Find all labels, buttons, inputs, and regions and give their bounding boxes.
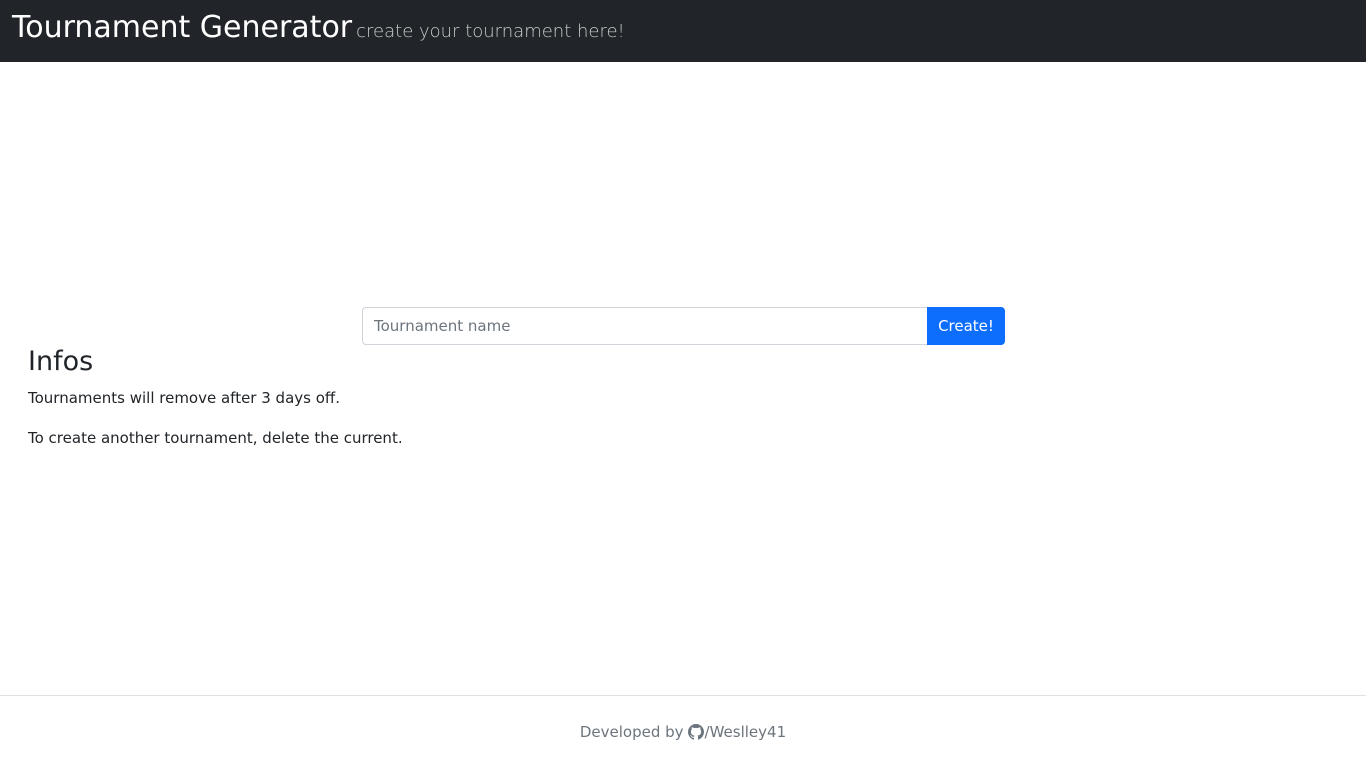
github-icon — [687, 724, 704, 740]
info-text-create-another: To create another tournament, delete the… — [28, 429, 403, 447]
app-tagline: create your tournament here! — [356, 21, 625, 42]
developed-by-label: Developed by — [579, 723, 684, 741]
info-text-removal: Tournaments will remove after 3 days off… — [28, 389, 340, 407]
navbar: Tournament Generator create your tournam… — [0, 0, 1366, 62]
footer: Developed by /Weslley41 — [0, 695, 1366, 768]
infos-section: Infos Tournaments will remove after 3 da… — [28, 345, 728, 448]
infos-heading: Infos — [28, 346, 94, 377]
github-profile-link[interactable]: /Weslley41 — [687, 723, 787, 741]
create-button[interactable]: Create! — [927, 307, 1005, 345]
app-title: Tournament Generator — [12, 10, 353, 45]
tournament-name-input[interactable] — [362, 307, 927, 345]
create-tournament-form: Create! — [362, 307, 1005, 345]
github-username: /Weslley41 — [704, 723, 787, 741]
